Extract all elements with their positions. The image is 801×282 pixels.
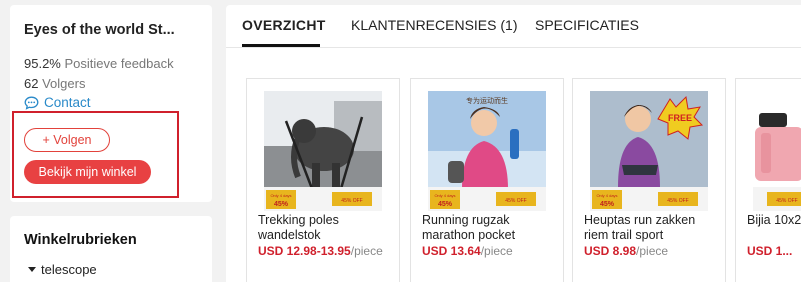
store-info-card: Eyes of the world St... 95.2% Positieve … [10,5,212,202]
promo-discount: 45% [438,201,453,208]
feedback-label: Positieve feedback [64,56,174,71]
followers-label: Volgers [42,76,86,91]
contact-label: Contact [44,95,91,110]
caret-down-icon [28,267,36,272]
price-unit: /piece [480,244,513,258]
product-image: 45% OFF [753,91,801,211]
product-image: FREE Only 4 days 45% 45% OFF [590,91,708,211]
category-item-telescope[interactable]: telescope [28,262,97,277]
store-page: Eyes of the world St... 95.2% Positieve … [0,0,801,282]
promo-banner: 45% OFF [776,198,797,204]
svg-text:Only 4 days: Only 4 days [270,193,291,198]
promo-banner: 45% OFF [505,198,526,204]
chat-bubble-icon [24,96,39,110]
price-value: USD 13.64 [422,244,481,258]
svg-text:Only 4 days: Only 4 days [596,193,617,198]
product-name: Trekking poles wandelstok [258,213,339,242]
tab-bar: OVERZICHT KLANTENRECENSIES (1) SPECIFICA… [226,5,801,48]
product-image: Only 4 days 45% 45% OFF [264,91,382,211]
category-label: telescope [41,262,97,277]
promo-discount: 45% [274,201,289,208]
feedback-stat: 95.2% Positieve feedback [24,56,174,71]
followers-value: 62 [24,76,39,91]
product-name: Heuptas run zakken riem trail sport [584,213,696,242]
product-card[interactable]: 专为运动而生 Only 4 days 45% 45% OFF Running r… [410,78,564,282]
product-card[interactable]: Only 4 days 45% 45% OFF Trekking poles w… [246,78,400,282]
promo-discount: 45% [600,201,615,208]
product-price: USD 8.98/piece [584,244,722,259]
promo-banner: 45% OFF [341,198,362,204]
tab-specifications[interactable]: SPECIFICATIES [535,17,639,33]
product-price: USD 13.64/piece [422,244,560,259]
contact-link[interactable]: Contact [24,95,91,110]
categories-title: Winkelrubrieken [24,232,137,248]
product-name: Running rugzak marathon pocket [422,213,516,242]
view-shop-button[interactable]: Bekijk mijn winkel [24,160,151,184]
price-value: USD 1... [747,245,793,258]
follow-button[interactable]: + Volgen [24,128,110,152]
promo-caption: 专为运动而生 [466,96,508,105]
price-value: USD 8.98 [584,244,637,258]
product-card[interactable]: FREE Only 4 days 45% 45% OFF Heuptas run… [572,78,726,282]
store-categories-card: Winkelrubrieken telescope [10,216,212,282]
promo-banner: 45% OFF [667,198,688,204]
product-card[interactable]: 45% OFF Bijia 10x2... draagbare... USD 1… [735,78,801,282]
promo-badge: FREE [668,113,692,123]
price-unit: /piece [636,244,669,258]
tab-overview[interactable]: OVERZICHT [242,17,326,33]
svg-text:Only 4 days: Only 4 days [434,193,455,198]
product-price: USD 12.98-13.95/piece [258,244,396,259]
product-image: 专为运动而生 Only 4 days 45% 45% OFF [428,91,546,211]
product-detail-panel: OVERZICHT KLANTENRECENSIES (1) SPECIFICA… [226,5,801,282]
feedback-value: 95.2% [24,56,61,71]
product-price: USD 1... [747,245,801,259]
store-name[interactable]: Eyes of the world St... [24,22,204,38]
price-unit: /piece [350,244,383,258]
product-name: Bijia 10x2... draagbare... [747,213,801,227]
tab-reviews[interactable]: KLANTENRECENSIES (1) [351,17,517,33]
active-tab-indicator [242,44,320,47]
price-value: USD 12.98-13.95 [258,244,351,258]
highlight-box [12,111,179,198]
followers-stat: 62 Volgers [24,76,85,91]
